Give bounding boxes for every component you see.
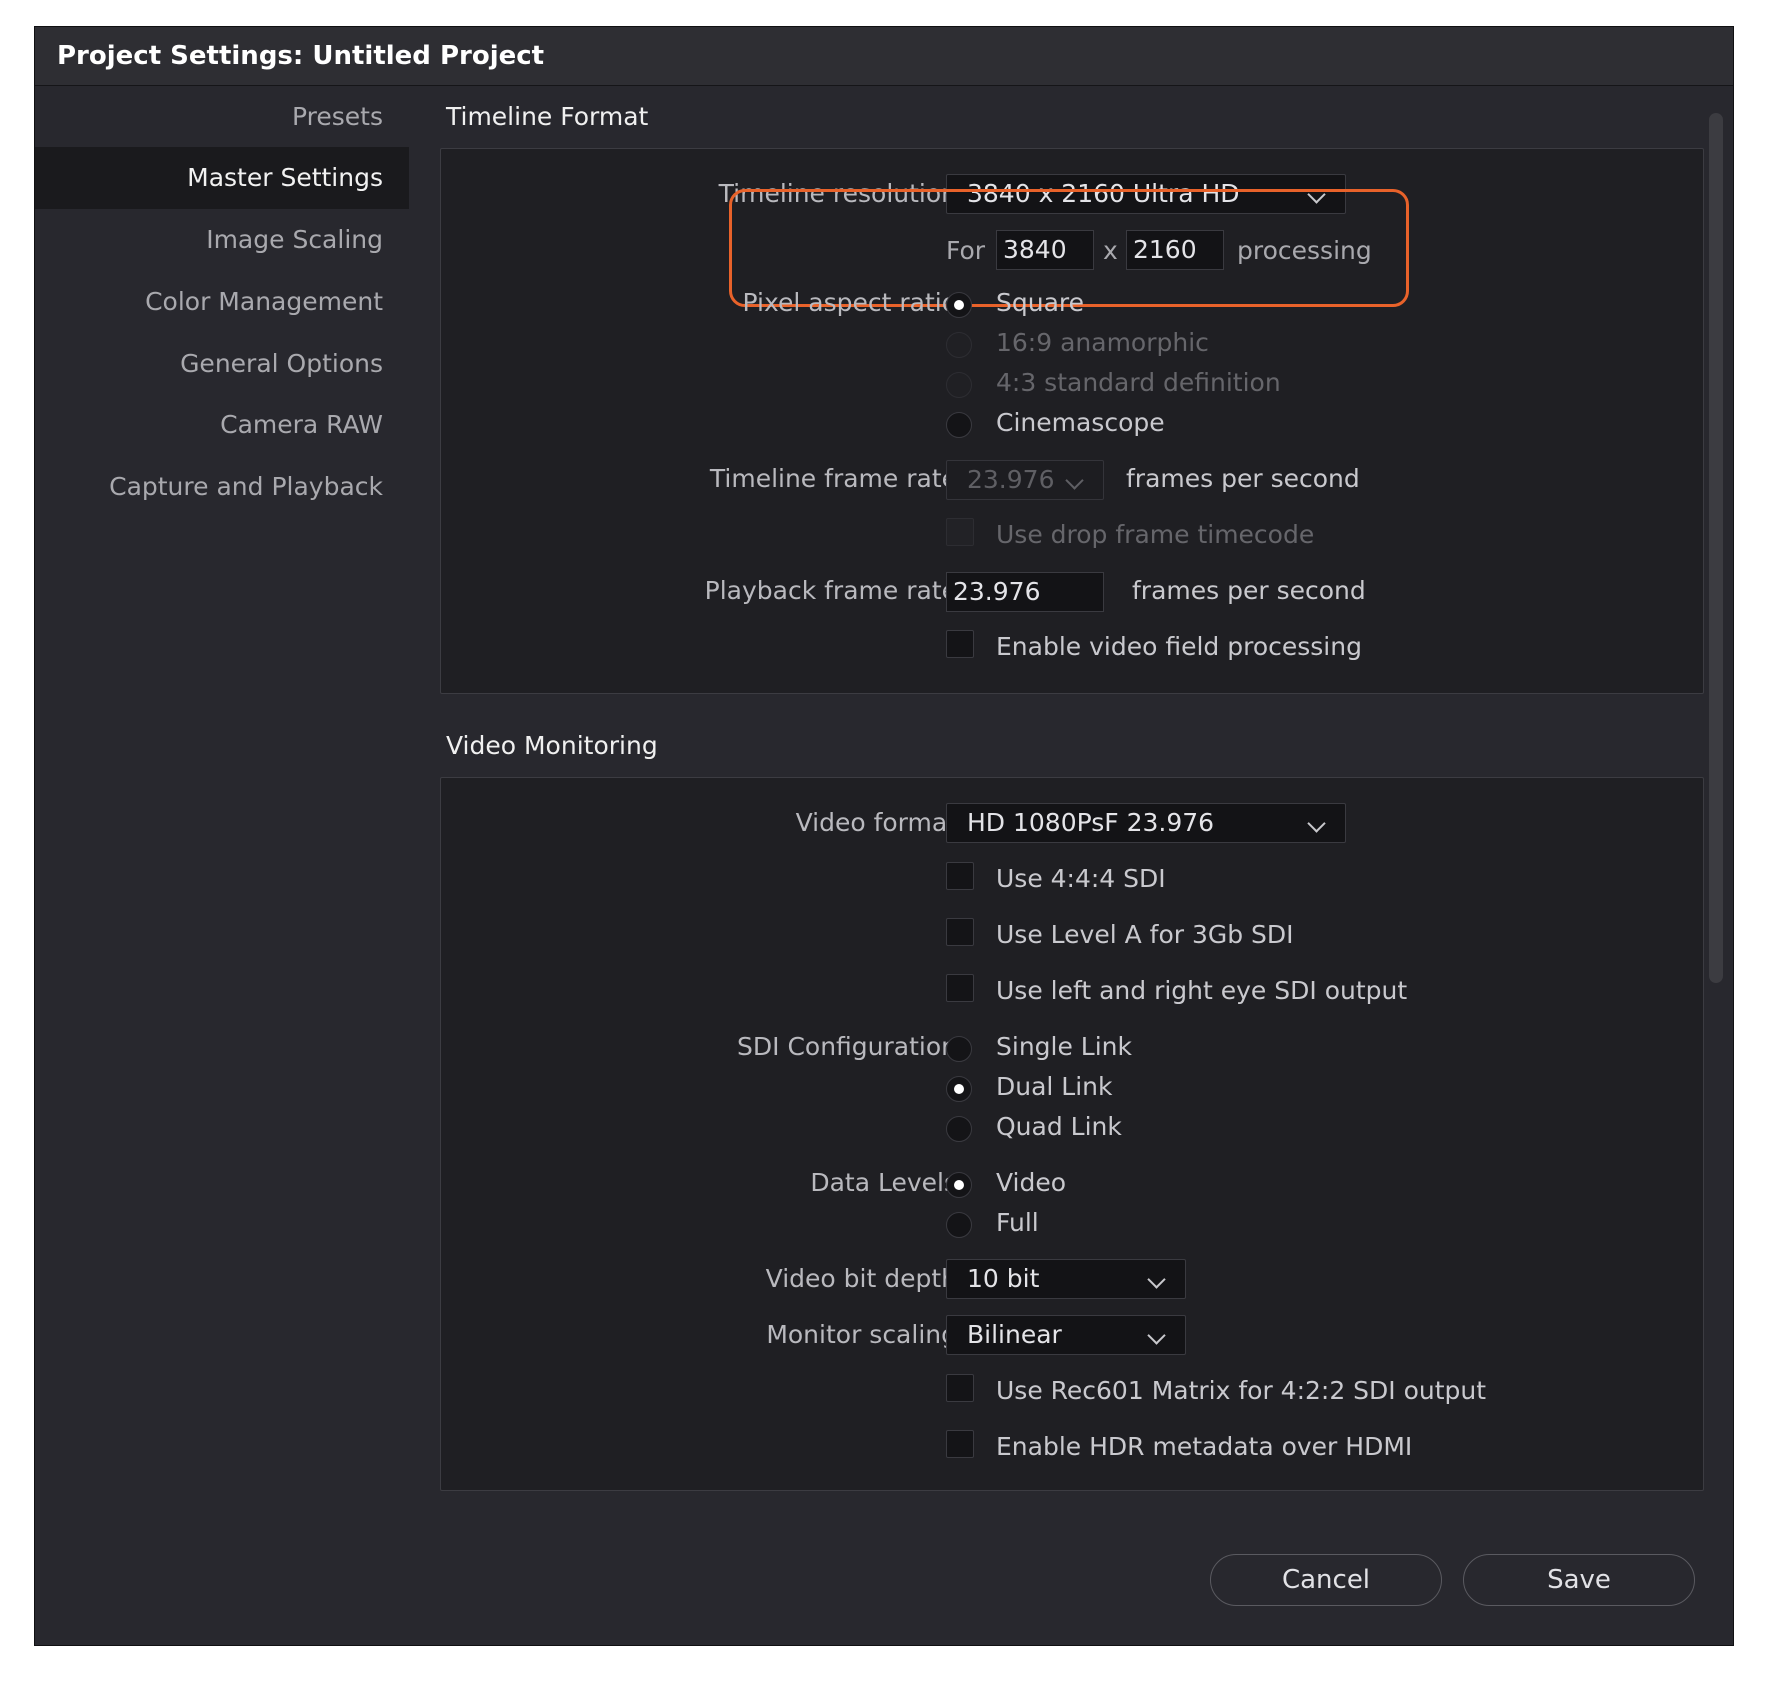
video-bit-depth-value: 10 bit <box>967 1264 1040 1293</box>
data-levels-video-label: Video <box>996 1168 1067 1197</box>
monitor-scaling-dropdown[interactable]: Bilinear <box>946 1315 1186 1355</box>
pixel-aspect-square-label: Square <box>996 288 1085 317</box>
drop-frame-checkbox[interactable] <box>946 518 974 546</box>
data-levels-full-label: Full <box>996 1208 1039 1237</box>
sidebar-item-presets[interactable]: Presets <box>35 86 409 148</box>
left-right-eye-label: Use left and right eye SDI output <box>996 976 1408 1005</box>
sidebar-item-color-management[interactable]: Color Management <box>35 271 409 333</box>
use-444-sdi-checkbox[interactable] <box>946 862 974 890</box>
pixel-aspect-cinemascope-radio[interactable] <box>946 412 972 438</box>
timeline-frame-rate-dropdown[interactable]: 23.976 <box>946 460 1104 500</box>
pixel-aspect-anamorphic-label: 16:9 anamorphic <box>996 328 1209 357</box>
sdi-configuration-label: SDI Configuration <box>737 1032 957 1061</box>
pixel-aspect-standard-label: 4:3 standard definition <box>996 368 1281 397</box>
pixel-aspect-ratio-label: Pixel aspect ratio <box>742 288 957 317</box>
cancel-button[interactable]: Cancel <box>1210 1554 1442 1606</box>
hdr-metadata-label: Enable HDR metadata over HDMI <box>996 1432 1413 1461</box>
drop-frame-label: Use drop frame timecode <box>996 520 1315 549</box>
project-settings-window: Project Settings: Untitled Project Prese… <box>34 26 1734 1646</box>
rec601-matrix-checkbox[interactable] <box>946 1374 974 1402</box>
monitor-scaling-value: Bilinear <box>967 1320 1062 1349</box>
timeline-format-title: Timeline Format <box>446 102 649 131</box>
playback-frame-rate-label: Playback frame rate <box>704 576 957 605</box>
timeline-frame-rate-unit: frames per second <box>1126 464 1360 493</box>
sdi-quad-link-label: Quad Link <box>996 1112 1122 1141</box>
chevron-down-icon <box>1147 1326 1166 1345</box>
video-format-dropdown[interactable]: HD 1080PsF 23.976 <box>946 803 1346 843</box>
scrollbar-thumb[interactable] <box>1709 113 1723 983</box>
video-monitoring-title: Video Monitoring <box>446 731 658 760</box>
sidebar-item-camera-raw[interactable]: Camera RAW <box>35 394 409 456</box>
data-levels-video-radio[interactable] <box>946 1172 972 1198</box>
data-levels-full-radio[interactable] <box>946 1212 972 1238</box>
chevron-down-icon <box>1065 471 1084 490</box>
sdi-dual-link-radio[interactable] <box>946 1076 972 1102</box>
sidebar-item-master-settings[interactable]: Master Settings <box>35 147 409 209</box>
playback-frame-rate-unit: frames per second <box>1132 576 1366 605</box>
video-bit-depth-label: Video bit depth <box>765 1264 957 1293</box>
sidebar-item-capture-and-playback[interactable]: Capture and Playback <box>35 456 409 518</box>
chevron-down-icon <box>1147 1270 1166 1289</box>
timeline-frame-rate-label: Timeline frame rate <box>709 464 957 493</box>
sdi-single-link-radio[interactable] <box>946 1036 972 1062</box>
sdi-single-link-label: Single Link <box>996 1032 1132 1061</box>
sdi-dual-link-label: Dual Link <box>996 1072 1113 1101</box>
sdi-quad-link-radio[interactable] <box>946 1116 972 1142</box>
chevron-down-icon <box>1307 814 1326 833</box>
video-format-value: HD 1080PsF 23.976 <box>967 808 1215 837</box>
hdr-metadata-checkbox[interactable] <box>946 1430 974 1458</box>
monitor-scaling-label: Monitor scaling <box>766 1320 957 1349</box>
field-processing-label: Enable video field processing <box>996 632 1362 661</box>
sidebar-item-general-options[interactable]: General Options <box>35 333 409 395</box>
use-444-sdi-label: Use 4:4:4 SDI <box>996 864 1166 893</box>
playback-frame-rate-field[interactable]: 23.976 <box>946 572 1104 612</box>
pixel-aspect-square-radio[interactable] <box>946 292 972 318</box>
field-processing-checkbox[interactable] <box>946 630 974 658</box>
video-format-label: Video format <box>795 808 957 837</box>
timeline-frame-rate-value: 23.976 <box>967 465 1055 494</box>
data-levels-label: Data Levels <box>810 1168 957 1197</box>
settings-sidebar: Presets Master Settings Image Scaling Co… <box>35 86 409 646</box>
sidebar-item-image-scaling[interactable]: Image Scaling <box>35 209 409 271</box>
save-button[interactable]: Save <box>1463 1554 1695 1606</box>
window-title: Project Settings: Untitled Project <box>57 41 545 71</box>
pixel-aspect-standard-radio[interactable] <box>946 372 972 398</box>
left-right-eye-checkbox[interactable] <box>946 974 974 1002</box>
pixel-aspect-anamorphic-radio[interactable] <box>946 332 972 358</box>
use-level-a-checkbox[interactable] <box>946 918 974 946</box>
title-bar: Project Settings: Untitled Project <box>35 27 1733 86</box>
pixel-aspect-cinemascope-label: Cinemascope <box>996 408 1165 437</box>
rec601-matrix-label: Use Rec601 Matrix for 4:2:2 SDI output <box>996 1376 1487 1405</box>
use-level-a-label: Use Level A for 3Gb SDI <box>996 920 1294 949</box>
video-bit-depth-dropdown[interactable]: 10 bit <box>946 1259 1186 1299</box>
